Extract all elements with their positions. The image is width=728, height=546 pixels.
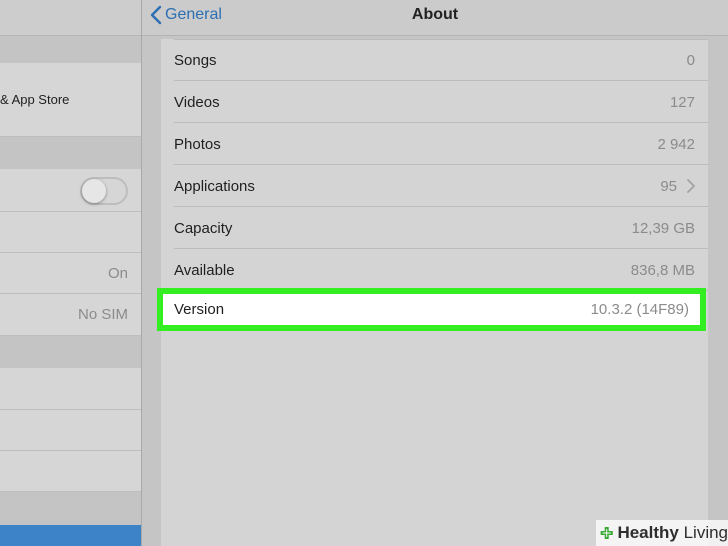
- row-value: 12,39 GB: [631, 219, 695, 237]
- master-item-value: On: [107, 264, 128, 282]
- master-item-selected[interactable]: [0, 525, 141, 546]
- about-row-applications[interactable]: Applications 95: [161, 165, 708, 207]
- about-row-photos: Photos 2 942: [161, 123, 708, 165]
- row-value: 127: [669, 93, 695, 111]
- about-row-capacity: Capacity 12,39 GB: [161, 207, 708, 249]
- list-top-separator: [174, 39, 708, 40]
- row-label: Version: [174, 301, 225, 318]
- row-label: Photos: [174, 135, 221, 153]
- back-button[interactable]: General: [150, 0, 222, 30]
- about-row-videos: Videos 127: [161, 81, 708, 123]
- row-value-wrap: 95: [660, 165, 695, 207]
- master-pane: & App Store On No SIM: [0, 0, 141, 546]
- master-item-itunes-app-store[interactable]: & App Store: [0, 63, 141, 137]
- about-row-songs: Songs 0: [161, 39, 708, 81]
- master-item-label: & App Store: [0, 92, 70, 107]
- row-value: 0: [686, 51, 695, 69]
- master-item-on-row[interactable]: On: [0, 253, 141, 294]
- master-item-row[interactable]: [0, 368, 141, 410]
- detail-nav-bar: About General: [142, 0, 728, 36]
- master-nav-bar: [0, 0, 141, 36]
- watermark-brand: Healthy Living: [617, 523, 728, 543]
- about-row-available: Available 836,8 MB: [161, 249, 708, 291]
- watermark: Healthy Living: [596, 520, 728, 546]
- row-value: 836,8 MB: [630, 261, 695, 279]
- chevron-right-icon: [687, 179, 695, 193]
- row-label: Videos: [174, 93, 220, 111]
- row-value: 10.3.2 (14F89): [590, 301, 689, 318]
- watermark-brand-bold: Healthy: [617, 523, 679, 542]
- toggle-knob: [82, 179, 106, 203]
- master-item-toggle-row: [0, 169, 141, 212]
- chevron-left-icon: [150, 5, 162, 25]
- row-label: Applications: [174, 177, 255, 195]
- page-title: About: [411, 6, 459, 23]
- row-label: Capacity: [174, 219, 233, 237]
- settings-toggle-switch[interactable]: [80, 177, 128, 205]
- master-item-row[interactable]: [0, 410, 141, 451]
- row-label: Songs: [174, 51, 217, 69]
- row-label: Available: [174, 261, 235, 279]
- master-item-row[interactable]: [0, 451, 141, 492]
- row-value: 2 942: [657, 135, 695, 153]
- back-button-label: General: [165, 6, 222, 23]
- master-item-value: No SIM: [77, 306, 128, 323]
- row-value: 95: [660, 177, 677, 195]
- cross-plus-icon: [600, 526, 613, 540]
- master-item-sim-row[interactable]: No SIM: [0, 294, 141, 336]
- watermark-brand-light: Living: [678, 523, 728, 542]
- master-item-row[interactable]: [0, 212, 141, 253]
- about-row-version-highlighted[interactable]: Version 10.3.2 (14F89): [157, 288, 706, 331]
